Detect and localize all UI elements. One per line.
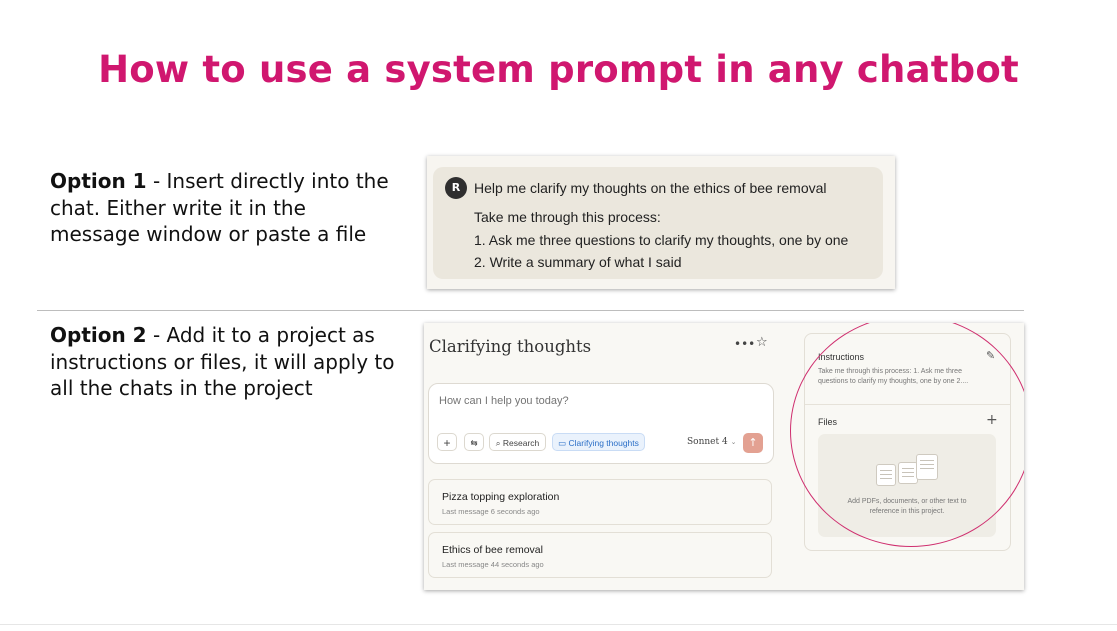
research-label: Research [502, 438, 540, 448]
settings-icon[interactable]: ⇆ [464, 433, 484, 451]
option-2-label: Option 2 [50, 323, 147, 347]
project-title: Clarifying thoughts [429, 337, 592, 356]
chat-screenshot: R Help me clarify my thoughts on the eth… [427, 156, 895, 289]
chat-list-item[interactable]: Ethics of bee removal Last message 44 se… [428, 532, 772, 578]
search-icon: ⌕ [495, 438, 501, 448]
chat-title: Ethics of bee removal [442, 544, 543, 556]
option-1-description: Option 1 - Insert directly into the chat… [50, 168, 400, 248]
folder-icon: ▭ [558, 438, 567, 448]
section-divider [37, 310, 1024, 311]
message-line: Take me through this process: [474, 209, 661, 225]
model-selector[interactable]: Sonnet 4 ⌄ [687, 437, 736, 447]
instructions-preview-line[interactable]: questions to clarify my thoughts, one by… [818, 377, 968, 387]
chat-title: Pizza topping exploration [442, 491, 560, 503]
dropzone-text: Add PDFs, documents, or other text to [847, 498, 967, 505]
message-line: Help me clarify my thoughts on the ethic… [474, 180, 827, 196]
edit-icon[interactable]: ✎ [986, 349, 995, 362]
add-file-button[interactable]: + [986, 412, 998, 428]
dropzone-text: reference in this project. [869, 508, 945, 515]
star-icon[interactable]: ☆ [756, 335, 768, 350]
chat-list-item[interactable]: Pizza topping exploration Last message 6… [428, 479, 772, 525]
model-label: Sonnet 4 [687, 437, 728, 447]
chat-timestamp: Last message 44 seconds ago [442, 560, 544, 569]
files-label: Files [818, 417, 838, 427]
chat-input-box: + ⇆ ⌕ Research ▭ Clarifying thoughts Son… [428, 383, 774, 464]
message-line: 2. Write a summary of what I said [474, 254, 682, 270]
panel-divider [805, 404, 1010, 405]
chat-timestamp: Last message 6 seconds ago [442, 507, 540, 516]
project-chip[interactable]: ▭ Clarifying thoughts [552, 433, 645, 451]
project-chip-label: Clarifying thoughts [568, 438, 639, 448]
user-message-bubble: R Help me clarify my thoughts on the eth… [433, 167, 883, 279]
message-line: 1. Ask me three questions to clarify my … [474, 232, 849, 248]
chat-input[interactable] [437, 394, 741, 408]
chevron-down-icon: ⌄ [730, 438, 737, 446]
add-button[interactable]: + [437, 433, 457, 451]
research-button[interactable]: ⌕ Research [489, 433, 546, 451]
user-avatar: R [445, 177, 467, 199]
documents-icon [876, 454, 942, 486]
more-options-icon[interactable]: ••• [734, 337, 755, 351]
bottom-divider [0, 624, 1117, 625]
instructions-preview-line[interactable]: Take me through this process: 1. Ask me … [818, 367, 962, 377]
instructions-label: Instructions [818, 352, 865, 362]
project-knowledge-panel: Instructions ✎ Take me through this proc… [804, 333, 1011, 551]
file-dropzone[interactable]: Add PDFs, documents, or other text to re… [818, 434, 996, 537]
option-1-label: Option 1 [50, 169, 147, 193]
send-button[interactable]: ↑ [743, 433, 763, 453]
option-2-description: Option 2 - Add it to a project as instru… [50, 322, 400, 402]
project-screenshot: Clarifying thoughts ••• ☆ + ⇆ ⌕ Research… [424, 323, 1024, 590]
page-title: How to use a system prompt in any chatbo… [98, 48, 1019, 91]
